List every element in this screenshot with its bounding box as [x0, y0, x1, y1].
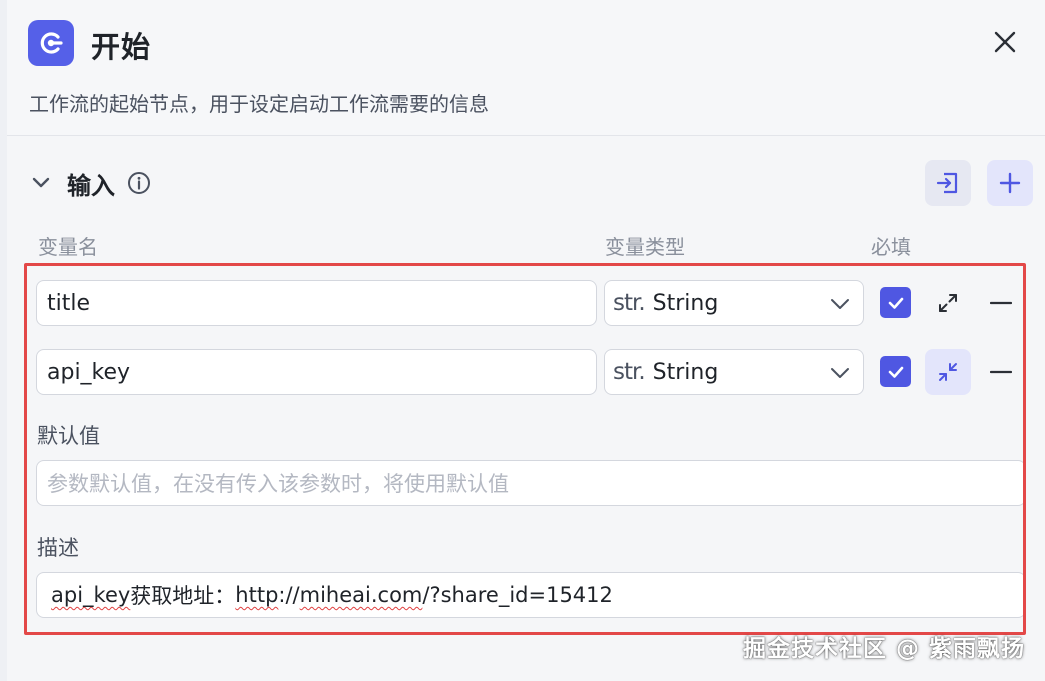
start-node-icon [28, 20, 74, 66]
add-variable-button[interactable] [987, 160, 1033, 206]
close-button[interactable] [987, 24, 1023, 60]
import-icon [936, 172, 958, 194]
watermark: 掘金技术社区 @ 紫雨飘扬 [742, 636, 1025, 662]
panel-header: 开始 工作流的起始节点，用于设定启动工作流需要的信息 [7, 0, 1045, 136]
highlight-annotation [24, 263, 1026, 635]
chevron-down-icon[interactable] [29, 171, 53, 195]
page-title: 开始 [91, 30, 152, 64]
import-variables-button[interactable] [925, 160, 971, 206]
plus-icon [999, 172, 1021, 194]
info-icon[interactable] [127, 171, 151, 195]
close-icon [994, 31, 1016, 53]
section-title: 输入 [67, 171, 115, 200]
inputs-section-header[interactable]: 输入 [29, 160, 151, 206]
node-description: 工作流的起始节点，用于设定启动工作流需要的信息 [29, 92, 489, 116]
column-header-name: 变量名 [38, 235, 98, 259]
column-header-type: 变量类型 [605, 235, 685, 259]
start-node-panel: 开始 工作流的起始节点，用于设定启动工作流需要的信息 输入 变量名 变量类型 必… [7, 0, 1045, 681]
column-header-required: 必填 [871, 235, 911, 259]
